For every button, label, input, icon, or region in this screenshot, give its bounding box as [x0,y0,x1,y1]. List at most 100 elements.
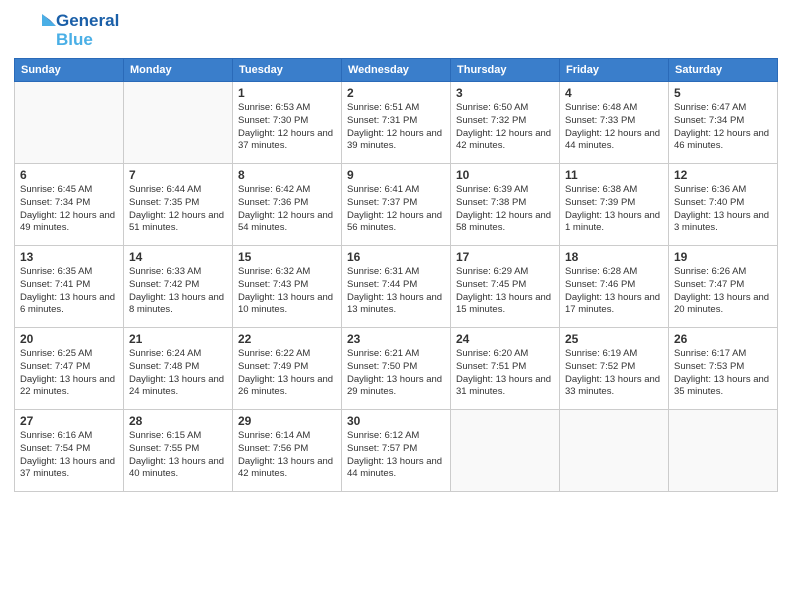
col-header-sunday: Sunday [15,59,124,82]
day-info: Sunrise: 6:17 AM Sunset: 7:53 PM Dayligh… [674,348,772,399]
day-info: Sunrise: 6:51 AM Sunset: 7:31 PM Dayligh… [347,102,445,153]
day-cell: 6 Sunrise: 6:45 AM Sunset: 7:34 PM Daylig… [15,164,124,246]
header-row: SundayMondayTuesdayWednesdayThursdayFrid… [15,59,778,82]
day-cell: 22Sunrise: 6:22 AM Sunset: 7:49 PM Dayli… [233,328,342,410]
day-info: Sunrise: 6:33 AM Sunset: 7:42 PM Dayligh… [129,266,227,317]
day-number: 12 [674,168,772,182]
day-cell [124,82,233,164]
day-number: 21 [129,332,227,346]
day-info: Sunrise: 6:44 AM Sunset: 7:35 PM Dayligh… [129,184,227,235]
day-info: Sunrise: 6:24 AM Sunset: 7:48 PM Dayligh… [129,348,227,399]
day-info: Sunrise: 6:20 AM Sunset: 7:51 PM Dayligh… [456,348,554,399]
day-number: 10 [456,168,554,182]
day-number: 27 [20,414,118,428]
day-info: Sunrise: 6:36 AM Sunset: 7:40 PM Dayligh… [674,184,772,235]
day-number: 28 [129,414,227,428]
day-cell: 9Sunrise: 6:41 AM Sunset: 7:37 PM Daylig… [342,164,451,246]
day-number: 8 [238,168,336,182]
day-number: 5 [674,86,772,100]
day-info: Sunrise: 6:39 AM Sunset: 7:38 PM Dayligh… [456,184,554,235]
day-cell: 18 Sunrise: 6:28 AM Sunset: 7:46 PM Dayli… [560,246,669,328]
day-cell: 10 Sunrise: 6:39 AM Sunset: 7:38 PM Dayli… [451,164,560,246]
day-number: 4 [565,86,663,100]
day-info: Sunrise: 6:28 AM Sunset: 7:46 PM Dayligh… [565,266,663,317]
logo-svg [14,10,56,52]
day-cell: 7Sunrise: 6:44 AM Sunset: 7:35 PM Daylig… [124,164,233,246]
day-cell: 25Sunrise: 6:19 AM Sunset: 7:52 PM Dayli… [560,328,669,410]
day-cell: 14Sunrise: 6:33 AM Sunset: 7:42 PM Dayli… [124,246,233,328]
day-cell: 8 Sunrise: 6:42 AM Sunset: 7:36 PM Daylig… [233,164,342,246]
day-info: Sunrise: 6:32 AM Sunset: 7:43 PM Dayligh… [238,266,336,317]
day-number: 30 [347,414,445,428]
week-row-1: 6 Sunrise: 6:45 AM Sunset: 7:34 PM Daylig… [15,164,778,246]
day-number: 24 [456,332,554,346]
day-cell: 27 Sunrise: 6:16 AM Sunset: 7:54 PM Dayli… [15,410,124,492]
day-info: Sunrise: 6:42 AM Sunset: 7:36 PM Dayligh… [238,184,336,235]
day-info: Sunrise: 6:25 AM Sunset: 7:47 PM Dayligh… [20,348,118,399]
day-number: 29 [238,414,336,428]
col-header-saturday: Saturday [669,59,778,82]
day-cell: 13Sunrise: 6:35 AM Sunset: 7:41 PM Dayli… [15,246,124,328]
day-info: Sunrise: 6:47 AM Sunset: 7:34 PM Dayligh… [674,102,772,153]
calendar-body: 1 Sunrise: 6:53 AM Sunset: 7:30 PM Daylig… [15,82,778,492]
col-header-wednesday: Wednesday [342,59,451,82]
day-cell: 21 Sunrise: 6:24 AM Sunset: 7:48 PM Dayli… [124,328,233,410]
day-cell: 24 Sunrise: 6:20 AM Sunset: 7:51 PM Dayli… [451,328,560,410]
day-info: Sunrise: 6:50 AM Sunset: 7:32 PM Dayligh… [456,102,554,153]
calendar: SundayMondayTuesdayWednesdayThursdayFrid… [14,58,778,492]
day-number: 13 [20,250,118,264]
week-row-0: 1 Sunrise: 6:53 AM Sunset: 7:30 PM Daylig… [15,82,778,164]
day-number: 11 [565,168,663,182]
day-cell: 26 Sunrise: 6:17 AM Sunset: 7:53 PM Dayli… [669,328,778,410]
day-info: Sunrise: 6:48 AM Sunset: 7:33 PM Dayligh… [565,102,663,153]
day-cell: 11Sunrise: 6:38 AM Sunset: 7:39 PM Dayli… [560,164,669,246]
day-cell [451,410,560,492]
logo-line2: Blue [56,31,119,50]
week-row-4: 27 Sunrise: 6:16 AM Sunset: 7:54 PM Dayli… [15,410,778,492]
day-number: 18 [565,250,663,264]
day-info: Sunrise: 6:15 AM Sunset: 7:55 PM Dayligh… [129,430,227,481]
day-number: 2 [347,86,445,100]
day-number: 6 [20,168,118,182]
day-info: Sunrise: 6:16 AM Sunset: 7:54 PM Dayligh… [20,430,118,481]
calendar-header: SundayMondayTuesdayWednesdayThursdayFrid… [15,59,778,82]
day-info: Sunrise: 6:21 AM Sunset: 7:50 PM Dayligh… [347,348,445,399]
day-number: 23 [347,332,445,346]
col-header-monday: Monday [124,59,233,82]
col-header-friday: Friday [560,59,669,82]
day-info: Sunrise: 6:22 AM Sunset: 7:49 PM Dayligh… [238,348,336,399]
day-cell: 29 Sunrise: 6:14 AM Sunset: 7:56 PM Dayli… [233,410,342,492]
day-number: 26 [674,332,772,346]
day-cell: 5 Sunrise: 6:47 AM Sunset: 7:34 PM Daylig… [669,82,778,164]
week-row-2: 13Sunrise: 6:35 AM Sunset: 7:41 PM Dayli… [15,246,778,328]
day-info: Sunrise: 6:26 AM Sunset: 7:47 PM Dayligh… [674,266,772,317]
day-cell: 15Sunrise: 6:32 AM Sunset: 7:43 PM Dayli… [233,246,342,328]
day-cell [669,410,778,492]
day-number: 1 [238,86,336,100]
day-cell [560,410,669,492]
day-cell: 23 Sunrise: 6:21 AM Sunset: 7:50 PM Dayli… [342,328,451,410]
col-header-thursday: Thursday [451,59,560,82]
day-info: Sunrise: 6:12 AM Sunset: 7:57 PM Dayligh… [347,430,445,481]
day-cell: 12 Sunrise: 6:36 AM Sunset: 7:40 PM Dayli… [669,164,778,246]
header: GeneralBlue [14,10,778,52]
day-cell: 19 Sunrise: 6:26 AM Sunset: 7:47 PM Dayli… [669,246,778,328]
day-info: Sunrise: 6:31 AM Sunset: 7:44 PM Dayligh… [347,266,445,317]
day-cell: 17Sunrise: 6:29 AM Sunset: 7:45 PM Dayli… [451,246,560,328]
day-number: 19 [674,250,772,264]
col-header-tuesday: Tuesday [233,59,342,82]
day-cell: 16Sunrise: 6:31 AM Sunset: 7:44 PM Dayli… [342,246,451,328]
day-cell: 2 Sunrise: 6:51 AM Sunset: 7:31 PM Daylig… [342,82,451,164]
day-info: Sunrise: 6:53 AM Sunset: 7:30 PM Dayligh… [238,102,336,153]
day-number: 3 [456,86,554,100]
day-cell: 3 Sunrise: 6:50 AM Sunset: 7:32 PM Daylig… [451,82,560,164]
day-number: 9 [347,168,445,182]
day-cell: 28 Sunrise: 6:15 AM Sunset: 7:55 PM Dayli… [124,410,233,492]
logo-text: GeneralBlue [56,12,119,49]
week-row-3: 20Sunrise: 6:25 AM Sunset: 7:47 PM Dayli… [15,328,778,410]
logo: GeneralBlue [14,10,119,52]
day-cell: 30 Sunrise: 6:12 AM Sunset: 7:57 PM Dayli… [342,410,451,492]
page: GeneralBlue SundayMondayTuesdayWednesday… [0,0,792,612]
day-info: Sunrise: 6:14 AM Sunset: 7:56 PM Dayligh… [238,430,336,481]
day-info: Sunrise: 6:45 AM Sunset: 7:34 PM Dayligh… [20,184,118,235]
